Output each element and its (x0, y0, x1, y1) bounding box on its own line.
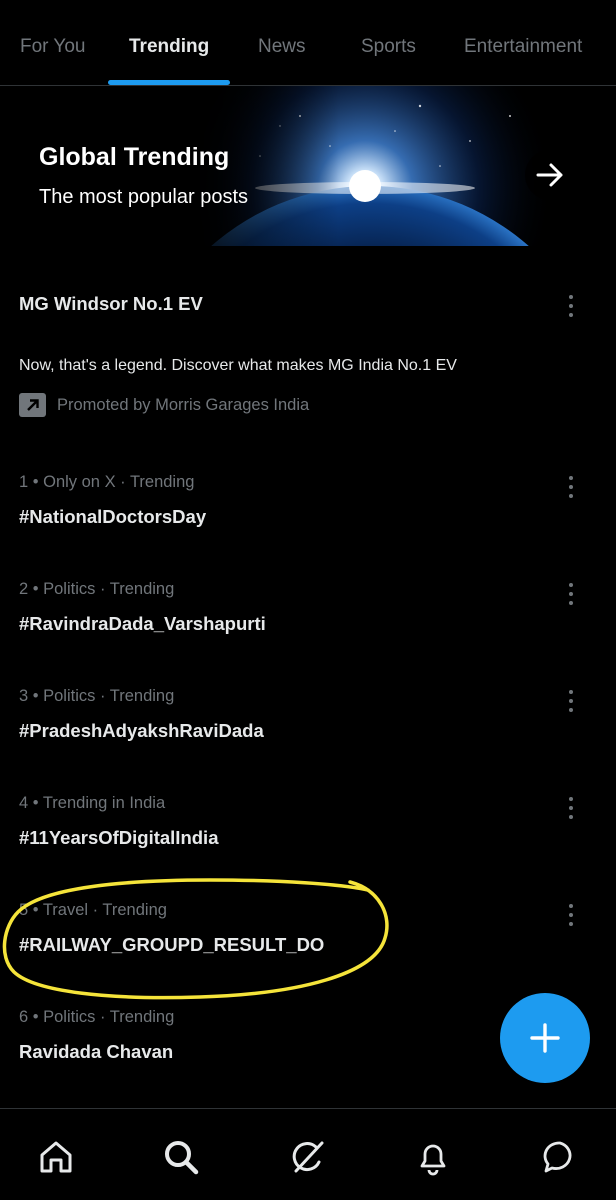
trend-item[interactable]: 2 • Politics · Trending #RavindraDada_Va… (0, 567, 616, 673)
compose-button[interactable] (500, 993, 590, 1083)
promoted-description: Now, that's a legend. Discover what make… (19, 357, 457, 374)
bell-icon (420, 1144, 446, 1176)
trend-meta: 1 • Only on X · Trending (19, 473, 195, 491)
banner-arrow-button[interactable] (525, 150, 575, 200)
nav-notifications[interactable] (413, 1137, 453, 1177)
trend-title: #PradeshAdyakshRaviDada (19, 720, 264, 741)
active-tab-indicator (108, 80, 230, 85)
trend-title: #RavindraDada_Varshapurti (19, 613, 266, 634)
trend-meta: 4 • Trending in India (19, 794, 166, 812)
trend-item[interactable]: 5 • Travel · Trending #RAILWAY_GROUPD_RE… (0, 888, 616, 994)
promoted-title: MG Windsor No.1 EV (19, 293, 203, 314)
trend-title: #NationalDoctorsDay (19, 506, 207, 527)
promoted-by-text: Promoted by Morris Garages India (57, 395, 310, 414)
banner-subtitle: The most popular posts (39, 186, 248, 208)
more-options-icon[interactable] (560, 293, 582, 319)
plus-icon (530, 1023, 560, 1053)
global-trending-banner[interactable]: Global Trending The most popular posts (0, 86, 616, 246)
trend-title: #11YearsOfDigitalIndia (19, 827, 219, 848)
more-options-icon[interactable] (560, 581, 582, 607)
promoted-arrow-icon (19, 393, 46, 417)
trend-meta: 3 • Politics · Trending (19, 687, 175, 705)
trend-meta: 2 • Politics · Trending (19, 580, 175, 598)
arrow-right-icon (536, 163, 563, 187)
more-options-icon[interactable] (560, 474, 582, 500)
tab-sports[interactable]: Sports (361, 36, 416, 58)
search-icon (165, 1141, 199, 1175)
tab-news[interactable]: News (258, 36, 306, 58)
grok-icon (292, 1141, 324, 1173)
trend-title: #RAILWAY_GROUPD_RESULT_DO (19, 934, 325, 955)
trend-title: Ravidada Chavan (19, 1041, 174, 1062)
trend-item[interactable]: 3 • Politics · Trending #PradeshAdyakshR… (0, 674, 616, 780)
nav-grok[interactable] (288, 1137, 328, 1177)
more-options-icon[interactable] (560, 688, 582, 714)
tab-entertainment[interactable]: Entertainment (464, 36, 582, 58)
more-options-icon[interactable] (560, 902, 582, 928)
more-options-icon[interactable] (560, 795, 582, 821)
trend-item[interactable]: 4 • Trending in India #11YearsOfDigitalI… (0, 781, 616, 887)
tab-trending[interactable]: Trending (129, 36, 209, 58)
trend-meta: 5 • Travel · Trending (19, 901, 167, 919)
trend-meta: 6 • Politics · Trending (19, 1008, 175, 1026)
bottom-navigation (0, 1108, 616, 1200)
trend-item[interactable]: 1 • Only on X · Trending #NationalDoctor… (0, 460, 616, 566)
home-icon (40, 1141, 72, 1173)
nav-home[interactable] (36, 1137, 76, 1177)
banner-title: Global Trending (39, 143, 230, 171)
promoted-label: Promoted by Morris Garages India (19, 393, 309, 417)
tab-for-you[interactable]: For You (20, 36, 86, 58)
nav-messages[interactable] (540, 1137, 580, 1177)
messages-icon (543, 1141, 572, 1173)
nav-explore[interactable] (161, 1137, 201, 1177)
top-tab-bar: For You Trending News Sports Entertainme… (0, 0, 616, 86)
